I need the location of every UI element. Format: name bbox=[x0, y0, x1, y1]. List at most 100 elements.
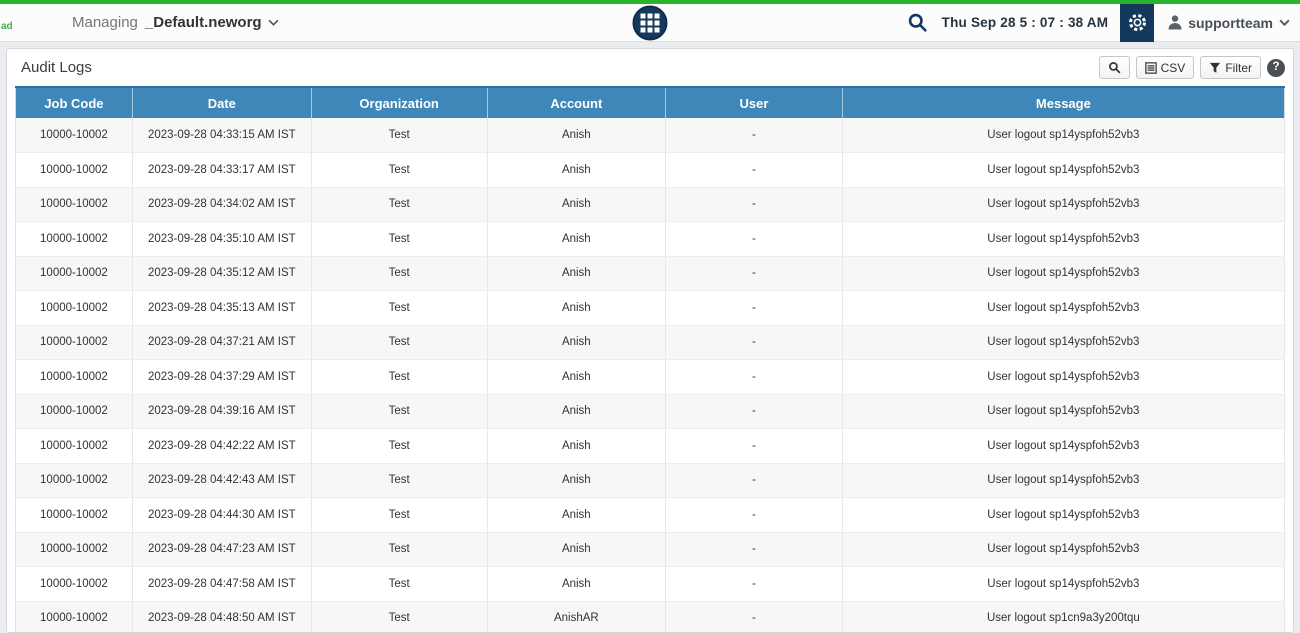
cell-account: Anish bbox=[487, 428, 667, 464]
table-row: 10000-10002 2023-09-28 04:39:16 AM IST Tes… bbox=[15, 394, 1286, 429]
cell-organization: Test bbox=[311, 221, 488, 257]
cell-account: Anish bbox=[487, 256, 667, 291]
cell-job_code: 10000-10002 bbox=[15, 187, 133, 222]
org-context: Managing _Default.neworg bbox=[72, 14, 279, 31]
page-title: Audit Logs bbox=[21, 59, 92, 76]
help-button[interactable]: ? bbox=[1267, 58, 1285, 77]
csv-export-button[interactable]: CSV bbox=[1135, 56, 1195, 79]
cell-date: 2023-09-28 04:33:15 AM IST bbox=[132, 118, 312, 153]
cell-date: 2023-09-28 04:37:21 AM IST bbox=[132, 325, 312, 360]
table-row: 10000-10002 2023-09-28 04:33:15 AM IST Tes… bbox=[15, 118, 1286, 153]
cell-account: Anish bbox=[487, 394, 667, 429]
csv-list-icon bbox=[1144, 61, 1157, 74]
table-toolbar: CSV Filter ? bbox=[1098, 56, 1285, 79]
table-row: 10000-10002 2023-09-28 04:42:43 AM IST Tes… bbox=[15, 463, 1286, 498]
cell-date: 2023-09-28 04:42:43 AM IST bbox=[132, 463, 312, 498]
cell-message: User logout sp14yspfoh52vb3 bbox=[842, 428, 1286, 464]
app-root: ad Managing _Default.neworg Thu Sep 28 5… bbox=[0, 0, 1300, 633]
cell-organization: Test bbox=[311, 532, 488, 567]
cell-job_code: 10000-10002 bbox=[15, 325, 133, 360]
cell-date: 2023-09-28 04:44:30 AM IST bbox=[132, 497, 312, 533]
chevron-down-icon bbox=[1279, 19, 1290, 26]
column-header-message[interactable]: Message bbox=[842, 86, 1286, 118]
column-header-user[interactable]: User bbox=[665, 86, 843, 118]
cell-user: - bbox=[665, 601, 843, 632]
cell-job_code: 10000-10002 bbox=[15, 152, 133, 188]
cell-organization: Test bbox=[311, 118, 488, 153]
cell-message: User logout sp14yspfoh52vb3 bbox=[842, 256, 1286, 291]
cell-date: 2023-09-28 04:47:23 AM IST bbox=[132, 532, 312, 567]
cell-job_code: 10000-10002 bbox=[15, 359, 133, 395]
table-row: 10000-10002 2023-09-28 04:44:30 AM IST Tes… bbox=[15, 497, 1286, 533]
datetime-display: Thu Sep 28 5 : 07 : 38 AM bbox=[941, 15, 1109, 30]
column-header-organization[interactable]: Organization bbox=[311, 86, 488, 118]
cell-date: 2023-09-28 04:39:16 AM IST bbox=[132, 394, 312, 429]
column-header-job-code[interactable]: Job Code bbox=[15, 86, 133, 118]
cell-job_code: 10000-10002 bbox=[15, 221, 133, 257]
cell-message: User logout sp14yspfoh52vb3 bbox=[842, 566, 1286, 602]
column-header-date[interactable]: Date bbox=[132, 86, 312, 118]
cell-organization: Test bbox=[311, 325, 488, 360]
org-name: _Default.neworg bbox=[144, 14, 262, 31]
topbar-right: Thu Sep 28 5 : 07 : 38 AM supportteam bbox=[903, 3, 1300, 42]
help-label: ? bbox=[1272, 60, 1280, 73]
global-search-button[interactable] bbox=[903, 8, 932, 37]
cell-job_code: 10000-10002 bbox=[15, 290, 133, 326]
table-header-row: Job Code Date Organization Account User … bbox=[15, 86, 1286, 118]
cell-job_code: 10000-10002 bbox=[15, 532, 133, 567]
cell-message: User logout sp14yspfoh52vb3 bbox=[842, 118, 1286, 153]
apps-grid-button[interactable] bbox=[632, 5, 668, 40]
cell-job_code: 10000-10002 bbox=[15, 394, 133, 429]
filter-label: Filter bbox=[1225, 60, 1252, 75]
cell-organization: Test bbox=[311, 497, 488, 533]
cell-account: Anish bbox=[487, 497, 667, 533]
cell-organization: Test bbox=[311, 566, 488, 602]
cell-job_code: 10000-10002 bbox=[15, 497, 133, 533]
table-row: 10000-10002 2023-09-28 04:47:23 AM IST Tes… bbox=[15, 532, 1286, 567]
content-area: Audit Logs CSV Filter ? Job Code Date Or… bbox=[0, 42, 1300, 633]
cell-account: Anish bbox=[487, 152, 667, 188]
cell-organization: Test bbox=[311, 256, 488, 291]
cell-account: Anish bbox=[487, 566, 667, 602]
cell-message: User logout sp14yspfoh52vb3 bbox=[842, 187, 1286, 222]
cell-user: - bbox=[665, 566, 843, 602]
settings-button[interactable] bbox=[1120, 3, 1155, 42]
cell-message: User logout sp14yspfoh52vb3 bbox=[842, 463, 1286, 498]
user-menu[interactable]: supportteam bbox=[1168, 15, 1290, 31]
filter-icon bbox=[1210, 62, 1221, 73]
cell-user: - bbox=[665, 152, 843, 188]
cell-message: User logout sp14yspfoh52vb3 bbox=[842, 359, 1286, 395]
cell-job_code: 10000-10002 bbox=[15, 463, 133, 498]
grid-icon bbox=[640, 13, 660, 32]
cell-message: User logout sp14yspfoh52vb3 bbox=[842, 394, 1286, 429]
table-row: 10000-10002 2023-09-28 04:37:29 AM IST Tes… bbox=[15, 359, 1286, 395]
table-row: 10000-10002 2023-09-28 04:48:50 AM IST Tes… bbox=[15, 601, 1286, 632]
panel-header: Audit Logs CSV Filter ? bbox=[7, 49, 1293, 85]
managing-label: Managing bbox=[72, 14, 138, 31]
cell-job_code: 10000-10002 bbox=[15, 428, 133, 464]
cell-message: User logout sp14yspfoh52vb3 bbox=[842, 532, 1286, 567]
cell-organization: Test bbox=[311, 359, 488, 395]
table-wrap: Job Code Date Organization Account User … bbox=[7, 85, 1293, 632]
table-row: 10000-10002 2023-09-28 04:33:17 AM IST Tes… bbox=[15, 152, 1286, 188]
cell-message: User logout sp1cn9a3y200tqu bbox=[842, 601, 1286, 632]
gear-icon bbox=[1128, 14, 1146, 31]
logo-image[interactable]: ad bbox=[0, 4, 48, 42]
cell-user: - bbox=[665, 221, 843, 257]
cell-account: Anish bbox=[487, 359, 667, 395]
column-header-account[interactable]: Account bbox=[487, 86, 667, 118]
table-search-button[interactable] bbox=[1098, 56, 1130, 79]
cell-account: Anish bbox=[487, 325, 667, 360]
cell-user: - bbox=[665, 532, 843, 567]
org-switcher[interactable]: _Default.neworg bbox=[145, 14, 279, 31]
cell-job_code: 10000-10002 bbox=[15, 118, 133, 153]
cell-message: User logout sp14yspfoh52vb3 bbox=[842, 325, 1286, 360]
cell-account: Anish bbox=[487, 290, 667, 326]
cell-message: User logout sp14yspfoh52vb3 bbox=[842, 497, 1286, 533]
cell-organization: Test bbox=[311, 394, 488, 429]
cell-organization: Test bbox=[311, 428, 488, 464]
table-row: 10000-10002 2023-09-28 04:42:22 AM IST Tes… bbox=[15, 428, 1286, 464]
search-icon bbox=[908, 13, 927, 32]
person-icon bbox=[1168, 15, 1182, 30]
filter-button[interactable]: Filter bbox=[1200, 56, 1261, 79]
